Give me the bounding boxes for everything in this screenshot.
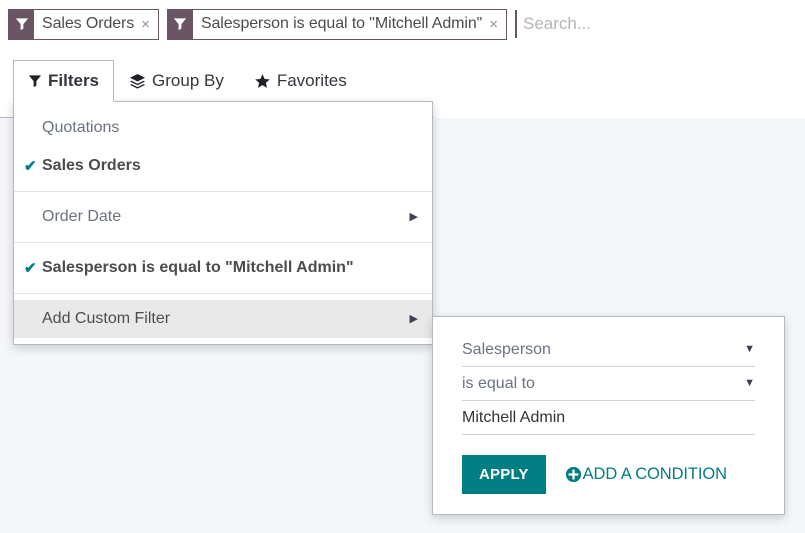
filter-item-sales-orders[interactable]: ✔ Sales Orders xyxy=(14,147,432,185)
facet-remove-icon[interactable]: × xyxy=(141,10,158,39)
chevron-right-icon: ▶ xyxy=(410,314,418,325)
menu-divider xyxy=(14,242,432,243)
facet-label: Salesperson is equal to "Mitchell Admin" xyxy=(193,10,489,39)
tab-group-by[interactable]: Group By xyxy=(114,60,239,102)
tab-filters[interactable]: Filters xyxy=(13,60,114,102)
custom-filter-value-row[interactable] xyxy=(462,401,755,435)
search-input-wrapper[interactable] xyxy=(515,10,805,38)
filter-item-label: Quotations xyxy=(42,119,418,137)
check-icon: ✔ xyxy=(24,261,42,276)
tab-favorites-label: Favorites xyxy=(277,71,347,91)
custom-filter-operator-row[interactable]: is equal to ▼ xyxy=(462,367,755,401)
filter-item-label: Sales Orders xyxy=(42,157,418,175)
filter-item-label: Add Custom Filter xyxy=(42,310,410,328)
tab-filters-label: Filters xyxy=(48,71,99,91)
custom-filter-field-row[interactable]: Salesperson ▼ xyxy=(462,333,755,367)
filter-item-order-date[interactable]: Order Date ▶ xyxy=(14,198,432,236)
filter-icon xyxy=(168,10,193,39)
search-bar: Sales Orders × Salesperson is equal to "… xyxy=(0,0,805,48)
menu-divider xyxy=(14,293,432,294)
plus-circle-icon xyxy=(565,466,582,483)
facet-label: Sales Orders xyxy=(34,10,141,39)
search-input[interactable] xyxy=(523,14,805,34)
add-condition-label: ADD A CONDITION xyxy=(583,465,727,484)
chevron-right-icon: ▶ xyxy=(410,212,418,223)
filter-item-label: Order Date xyxy=(42,208,410,226)
filter-icon xyxy=(28,74,42,88)
custom-filter-panel: Salesperson ▼ is equal to ▼ APPLY ADD A … xyxy=(432,316,785,515)
menu-divider xyxy=(14,191,432,192)
filter-icon xyxy=(9,10,34,39)
search-facet[interactable]: Sales Orders × xyxy=(8,9,159,40)
apply-button[interactable]: APPLY xyxy=(462,455,546,494)
add-condition-button[interactable]: ADD A CONDITION xyxy=(565,465,727,484)
search-dropdown-tabs: Filters Group By Favorites xyxy=(13,60,362,102)
filters-dropdown-panel: Quotations ✔ Sales Orders Order Date ▶ ✔… xyxy=(13,101,433,345)
search-facet[interactable]: Salesperson is equal to "Mitchell Admin"… xyxy=(167,9,507,40)
content-area-top-strip xyxy=(434,96,805,118)
check-icon: ✔ xyxy=(24,159,42,174)
tab-favorites[interactable]: Favorites xyxy=(239,60,362,102)
field-select[interactable]: Salesperson xyxy=(462,341,755,358)
layers-icon xyxy=(129,73,146,90)
filter-item-label: Salesperson is equal to "Mitchell Admin" xyxy=(42,259,418,277)
star-icon xyxy=(254,73,271,90)
tab-group-by-label: Group By xyxy=(152,71,224,91)
custom-filter-actions: APPLY ADD A CONDITION xyxy=(462,455,755,494)
operator-select[interactable]: is equal to xyxy=(462,375,755,392)
value-input[interactable] xyxy=(462,409,755,427)
facet-remove-icon[interactable]: × xyxy=(489,10,506,39)
filter-item-add-custom-filter[interactable]: Add Custom Filter ▶ xyxy=(14,300,432,338)
filter-item-salesperson-condition[interactable]: ✔ Salesperson is equal to "Mitchell Admi… xyxy=(14,249,432,287)
filter-item-quotations[interactable]: Quotations xyxy=(14,109,432,147)
